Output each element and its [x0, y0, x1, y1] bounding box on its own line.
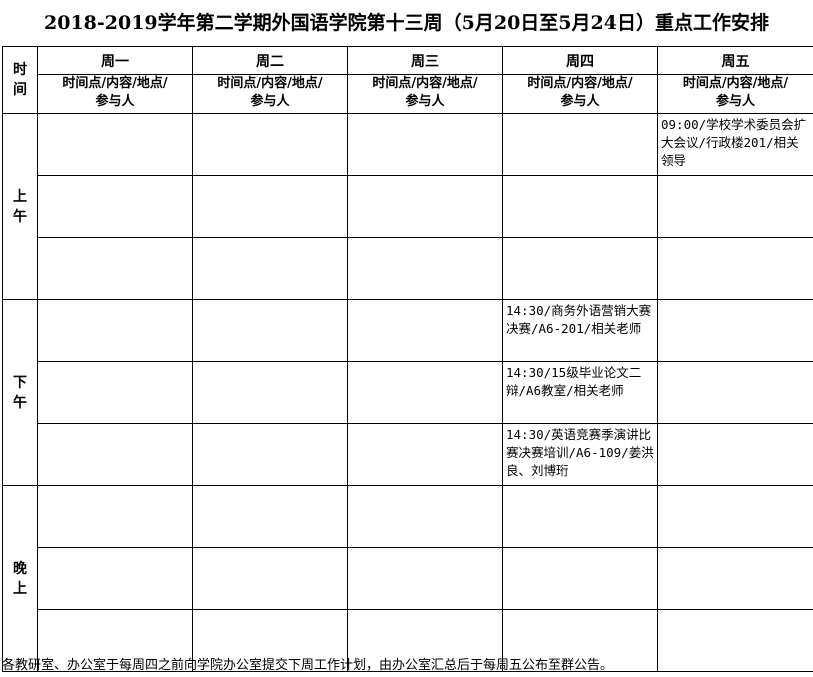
column-subheader-thu: 时间点/内容/地点/ 参与人 [502, 74, 658, 114]
schedule-cell-morning-thu [502, 237, 658, 300]
footer-note: 各教研室、办公室于每周四之前向学院办公室提交下周工作计划，由办公室汇总后于每周五… [2, 658, 614, 673]
schedule-cell-evening-thu [502, 485, 658, 548]
schedule-cell-afternoon-fri [657, 361, 813, 424]
schedule-cell-afternoon-tue [192, 361, 348, 424]
time-column-header: 时 间 [2, 46, 38, 114]
day-header-mon: 周一 [37, 46, 193, 75]
schedule-cell-morning-mon [37, 237, 193, 300]
schedule-cell-morning-tue [192, 237, 348, 300]
schedule-cell-afternoon-thu: 14:30/商务外语营销大赛决赛/A6-201/相关老师 [502, 299, 658, 362]
schedule-cell-afternoon-fri [657, 299, 813, 362]
schedule-cell-afternoon-mon [37, 423, 193, 486]
schedule-cell-morning-wed [347, 237, 503, 300]
column-subheader-fri: 时间点/内容/地点/ 参与人 [657, 74, 813, 114]
day-header-thu: 周四 [502, 46, 658, 75]
schedule-cell-evening-fri [657, 547, 813, 610]
schedule-cell-afternoon-fri [657, 423, 813, 486]
period-label-afternoon: 下 午 [2, 299, 38, 486]
schedule-cell-afternoon-thu: 14:30/15级毕业论文二辩/A6教室/相关老师 [502, 361, 658, 424]
schedule-cell-afternoon-tue [192, 299, 348, 362]
schedule-cell-morning-thu [502, 175, 658, 238]
schedule-cell-evening-wed [347, 485, 503, 548]
schedule-cell-afternoon-tue [192, 423, 348, 486]
column-subheader-wed: 时间点/内容/地点/ 参与人 [347, 74, 503, 114]
schedule-cell-evening-tue [192, 485, 348, 548]
schedule-cell-evening-thu [502, 547, 658, 610]
schedule-cell-morning-tue [192, 175, 348, 238]
schedule-cell-afternoon-wed [347, 361, 503, 424]
day-header-tue: 周二 [192, 46, 348, 75]
schedule-cell-morning-mon [37, 175, 193, 238]
schedule-cell-evening-wed [347, 547, 503, 610]
schedule-cell-afternoon-wed [347, 299, 503, 362]
day-header-fri: 周五 [657, 46, 813, 75]
page-title: 2018-2019学年第二学期外国语学院第十三周（5月20日至5月24日）重点工… [44, 12, 769, 34]
schedule-cell-morning-mon [37, 113, 193, 176]
schedule-table: 时 间周一 周二 周三 周四 周五 时间点/内容/地点/ 参与人 时间点/内容/地点/ 参与… [2, 46, 813, 672]
schedule-cell-morning-tue [192, 113, 348, 176]
schedule-cell-afternoon-wed [347, 423, 503, 486]
period-label-morning: 上 午 [2, 113, 38, 300]
day-header-wed: 周三 [347, 46, 503, 75]
schedule-cell-evening-mon [37, 485, 193, 548]
schedule-cell-afternoon-mon [37, 299, 193, 362]
schedule-cell-morning-fri [657, 175, 813, 238]
schedule-cell-morning-thu [502, 113, 658, 176]
schedule-cell-morning-fri: 09:00/学校学术委员会扩大会议/行政楼201/相关领导 [657, 113, 813, 176]
schedule-cell-afternoon-thu: 14:30/英语竞赛季演讲比赛决赛培训/A6-109/姜洪良、刘博珩 [502, 423, 658, 486]
schedule-cell-evening-tue [192, 547, 348, 610]
column-subheader-tue: 时间点/内容/地点/ 参与人 [192, 74, 348, 114]
column-subheader-mon: 时间点/内容/地点/ 参与人 [37, 74, 193, 114]
schedule-cell-afternoon-mon [37, 361, 193, 424]
schedule-cell-morning-wed [347, 113, 503, 176]
schedule-cell-evening-mon [37, 547, 193, 610]
period-label-evening: 晚 上 [2, 485, 38, 672]
schedule-cell-evening-fri [657, 485, 813, 548]
schedule-cell-morning-wed [347, 175, 503, 238]
schedule-cell-morning-fri [657, 237, 813, 300]
